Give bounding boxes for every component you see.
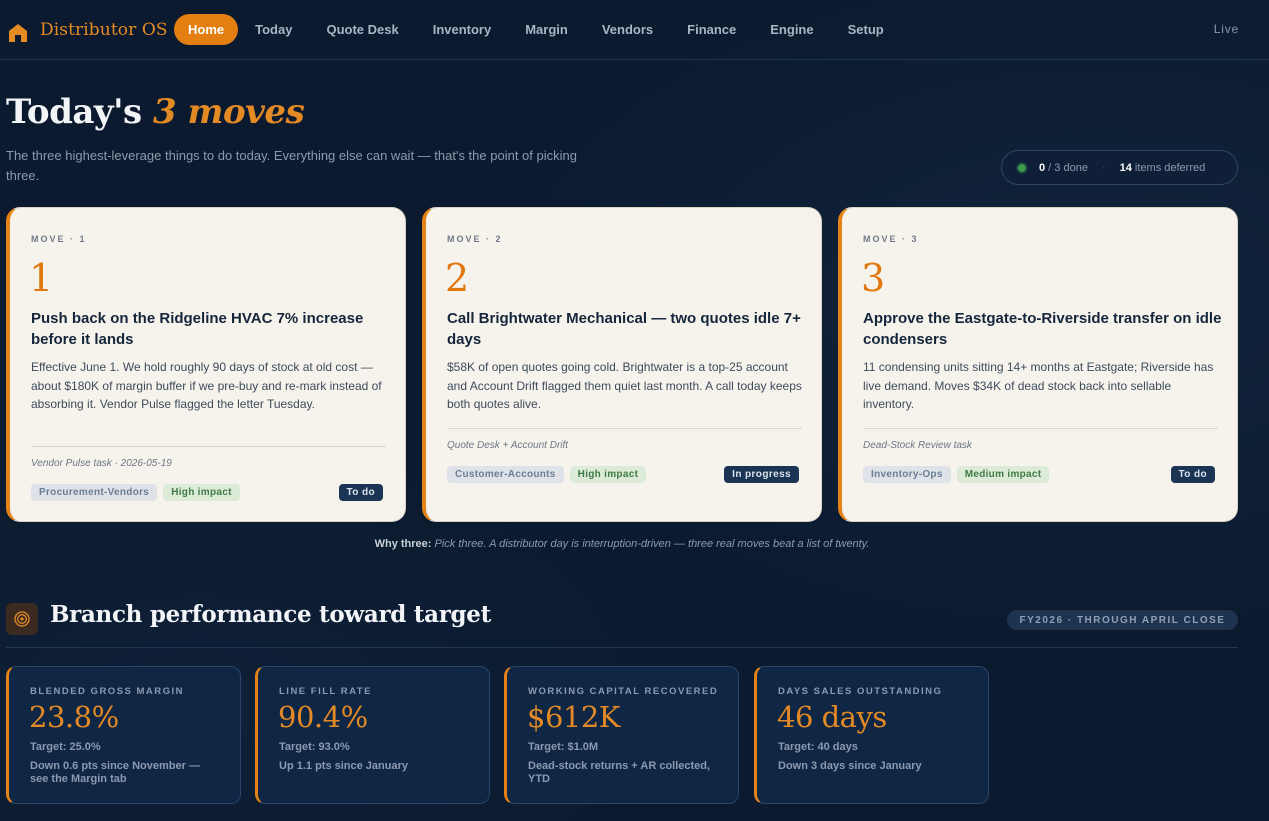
- move-card-3[interactable]: MOVE · 3 3 Approve the Eastgate-to-River…: [838, 207, 1238, 522]
- move-body: 11 condensing units sitting 14+ months a…: [863, 360, 1214, 411]
- move-card-1[interactable]: MOVE · 1 1 Push back on the Ridgeline HV…: [6, 207, 406, 522]
- card-divider: [863, 428, 1218, 429]
- move-tags: Customer-Accounts High impact: [447, 466, 647, 483]
- area-tag: Inventory-Ops: [863, 466, 951, 483]
- nav-home[interactable]: Home: [174, 14, 239, 45]
- brand[interactable]: Distributor OS: [8, 17, 174, 43]
- impact-tag: Medium impact: [956, 466, 1050, 483]
- kpi-value: $612K: [527, 700, 620, 734]
- kpi-card-gross-margin[interactable]: BLENDED GROSS MARGIN 23.8% Target: 25.0%…: [6, 666, 241, 804]
- section-title: Branch performance toward target: [50, 601, 491, 628]
- status-dot-icon: [1018, 163, 1026, 172]
- kpi-card-working-capital[interactable]: WORKING CAPITAL RECOVERED $612K Target: …: [504, 666, 739, 804]
- kpi-note: Down 0.6 pts since November — see the Ma…: [30, 760, 200, 785]
- card-divider: [31, 446, 386, 447]
- status-badge[interactable]: In progress: [724, 466, 799, 483]
- progress-pill: 0 / 3 done · 14 items deferred: [1001, 150, 1238, 185]
- move-number: 2: [445, 256, 470, 300]
- deferred-count: 14: [1119, 161, 1132, 174]
- card-divider: [447, 428, 802, 429]
- deferred-label: items deferred: [1131, 161, 1206, 174]
- section-divider: [6, 647, 1238, 648]
- impact-tag: High impact: [569, 466, 647, 483]
- why-label: Why three:: [374, 538, 432, 550]
- move-label: MOVE · 3: [863, 234, 919, 244]
- nav-setup[interactable]: Setup: [831, 14, 901, 45]
- kpi-value: 23.8%: [29, 700, 119, 734]
- kpi-note: Down 3 days since January: [778, 760, 922, 772]
- brand-name: Distributor OS: [40, 19, 168, 40]
- move-title: Push back on the Ridgeline HVAC 7% incre…: [31, 310, 364, 348]
- kpi-label: BLENDED GROSS MARGIN: [30, 686, 185, 697]
- move-source: Quote Desk + Account Drift: [447, 440, 569, 451]
- move-tags: Inventory-Ops Medium impact: [863, 466, 1050, 483]
- live-indicator: Live: [1213, 22, 1239, 36]
- move-number: 1: [29, 256, 54, 300]
- kpi-label: DAYS SALES OUTSTANDING: [778, 686, 943, 697]
- nav-engine[interactable]: Engine: [753, 14, 830, 45]
- nav-finance[interactable]: Finance: [670, 14, 753, 45]
- page-subtitle: The three highest-leverage things to do …: [6, 148, 577, 183]
- impact-tag: High impact: [163, 484, 240, 501]
- nav-margin[interactable]: Margin: [508, 14, 585, 45]
- why-text: Pick three. A distributor day is interru…: [434, 538, 870, 550]
- move-title: Call Brightwater Mechanical — two quotes…: [447, 310, 801, 348]
- move-label: MOVE · 2: [447, 234, 503, 244]
- pill-separator: ·: [1101, 161, 1106, 174]
- move-tags: Procurement-Vendors High impact: [31, 484, 240, 501]
- kpi-card-fill-rate[interactable]: LINE FILL RATE 90.4% Target: 93.0% Up 1.…: [255, 666, 490, 804]
- page-title-accent: 3 moves: [153, 92, 305, 132]
- kpi-value: 90.4%: [278, 700, 368, 734]
- move-label: MOVE · 1: [31, 234, 87, 244]
- why-three-note: Why three: Pick three. A distributor day…: [0, 538, 1244, 550]
- status-badge[interactable]: To do: [338, 484, 383, 501]
- kpi-card-dso[interactable]: DAYS SALES OUTSTANDING 46 days Target: 4…: [754, 666, 989, 804]
- nav-inventory[interactable]: Inventory: [416, 14, 509, 45]
- kpi-label: LINE FILL RATE: [279, 686, 372, 697]
- area-tag: Customer-Accounts: [447, 466, 564, 483]
- nav-today[interactable]: Today: [238, 14, 309, 45]
- move-source: Vendor Pulse task · 2026-05-19: [31, 458, 172, 469]
- move-body: $58K of open quotes going cold. Brightwa…: [447, 360, 802, 411]
- home-icon: [9, 23, 27, 42]
- top-nav: Distributor OS Home Today Quote Desk Inv…: [0, 0, 1269, 60]
- move-source: Dead-Stock Review task: [863, 440, 972, 451]
- kpi-target: Target: 25.0%: [30, 741, 101, 753]
- nav-quote-desk[interactable]: Quote Desk: [309, 14, 415, 45]
- area-tag: Procurement-Vendors: [31, 484, 158, 501]
- move-card-2[interactable]: MOVE · 2 2 Call Brightwater Mechanical —…: [422, 207, 822, 522]
- kpi-target: Target: $1.0M: [528, 741, 599, 753]
- kpi-target: Target: 40 days: [778, 741, 858, 753]
- kpi-label: WORKING CAPITAL RECOVERED: [528, 686, 719, 697]
- kpi-value: 46 days: [777, 700, 887, 734]
- kpi-target: Target: 93.0%: [279, 741, 350, 753]
- page-title-prefix: Today's: [6, 92, 142, 132]
- kpi-note: Dead-stock returns + AR collected, YTD: [528, 760, 711, 785]
- move-title: Approve the Eastgate-to-Riverside transf…: [863, 310, 1222, 348]
- move-body: Effective June 1. We hold roughly 90 day…: [31, 360, 382, 411]
- nav-vendors[interactable]: Vendors: [585, 14, 670, 45]
- move-number: 3: [861, 256, 886, 300]
- nav-items: Home Today Quote Desk Inventory Margin V…: [174, 14, 901, 45]
- page-title: Today's 3 moves: [6, 92, 305, 132]
- target-icon: [6, 603, 38, 635]
- period-badge: FY2026 · THROUGH APRIL CLOSE: [1007, 610, 1238, 630]
- status-badge[interactable]: To do: [1170, 466, 1215, 483]
- kpi-note: Up 1.1 pts since January: [279, 760, 408, 772]
- done-total: / 3 done: [1045, 161, 1088, 174]
